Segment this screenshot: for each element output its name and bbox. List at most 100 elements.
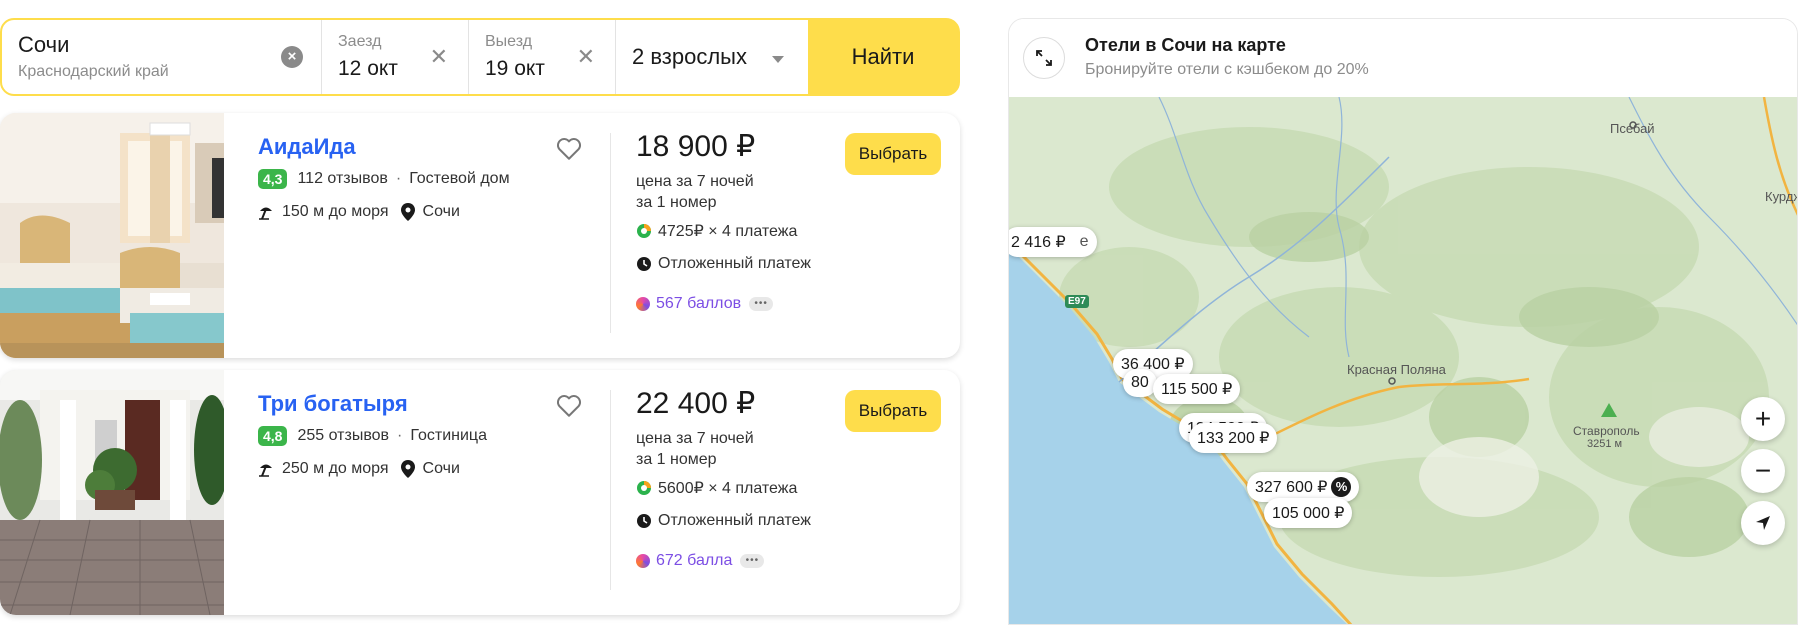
destination-city: Сочи <box>18 32 70 57</box>
installment-row[interactable]: 5600₽ × 4 платежа <box>636 478 836 498</box>
hotel-price: 18 900 ₽ <box>636 130 756 163</box>
reviews-count[interactable]: 255 отзывов <box>297 427 389 445</box>
points-row[interactable]: 672 балла ••• <box>636 552 836 570</box>
beach-umbrella-icon <box>259 207 272 220</box>
location-row: 250 м до моря Сочи <box>258 460 588 478</box>
reviews-count[interactable]: 112 отзывов <box>297 170 387 188</box>
rating-badge: 4,8 <box>258 426 288 446</box>
expand-icon <box>1036 50 1052 66</box>
location-pin-icon <box>400 460 415 478</box>
hotel-type: Гостиница <box>410 427 487 444</box>
choose-button[interactable]: Выбрать <box>845 133 941 175</box>
pin-price: 105 000 ₽ <box>1272 505 1345 522</box>
pin-price: 133 200 ₽ <box>1197 430 1270 447</box>
pin-price: 2 416 ₽ <box>1011 234 1066 251</box>
checkin-field[interactable]: Заезд 12 окт ✕ <box>322 20 469 94</box>
hotel-price: 22 400 ₽ <box>636 387 756 420</box>
hotel-info: Три богатыря 4,8 255 отзывов · Гостиница… <box>258 390 588 478</box>
clock-icon <box>637 257 651 271</box>
price-note-room: за 1 номер <box>636 451 717 468</box>
more-icon[interactable]: ••• <box>740 554 765 568</box>
deferred-row[interactable]: Отложенный платеж <box>636 512 836 530</box>
guests-select[interactable]: 2 взрослых <box>616 20 808 94</box>
price-note-room: за 1 номер <box>636 194 717 211</box>
price-block: 18 900 ₽ цена за 7 ночей за 1 номер 4725… <box>636 129 836 313</box>
beach-umbrella-icon <box>259 464 272 477</box>
map-panel: Отели в Сочи на карте Бронируйте отели с… <box>1008 18 1798 625</box>
map-label-psebay: Псебай <box>1610 121 1655 136</box>
road-badge-e97: E97 <box>1065 295 1089 308</box>
pin-price: 80 <box>1131 374 1149 391</box>
map-title: Отели в Сочи на карте <box>1085 35 1286 55</box>
choose-button[interactable]: Выбрать <box>845 390 941 432</box>
hotel-name-link[interactable]: Три богатыря <box>258 390 588 418</box>
location-pin-icon <box>400 203 415 221</box>
hotel-card[interactable]: Три богатыря 4,8 255 отзывов · Гостиница… <box>0 370 960 615</box>
separator-dot: · <box>397 427 403 444</box>
hotel-city: Сочи <box>422 460 460 477</box>
deferred-text: Отложенный платеж <box>658 512 811 529</box>
hotel-meta: 4,3 112 отзывов · Гостевой дом <box>258 169 588 189</box>
location-row: 150 м до моря Сочи <box>258 203 588 221</box>
deferred-row[interactable]: Отложенный платеж <box>636 255 836 273</box>
destination-region: Краснодарский край <box>18 63 169 80</box>
hotel-info: АидаИда 4,3 112 отзывов · Гостевой дом 1… <box>258 133 588 221</box>
plus-points-icon <box>636 297 650 311</box>
clear-checkin-icon[interactable]: ✕ <box>430 46 448 68</box>
clear-checkout-icon[interactable]: ✕ <box>577 46 595 68</box>
guests-value: 2 взрослых <box>632 44 747 69</box>
destination-field[interactable]: Сочи Краснодарский край × <box>2 20 322 94</box>
search-fields: Сочи Краснодарский край × Заезд 12 окт ✕… <box>2 20 808 94</box>
hotel-city: Сочи <box>422 203 460 220</box>
card-divider <box>610 390 611 590</box>
more-icon[interactable]: ••• <box>749 297 774 311</box>
map-label-krasnaya-polyana: Красная Поляна <box>1347 362 1446 377</box>
navigation-arrow-icon <box>1756 516 1770 530</box>
deferred-text: Отложенный платеж <box>658 255 811 272</box>
map-price-pin[interactable]: 80 <box>1123 369 1157 397</box>
map-price-pin[interactable]: 105 000 ₽ <box>1264 498 1353 528</box>
split-payment-icon <box>637 481 651 495</box>
map-header: Отели в Сочи на карте Бронируйте отели с… <box>1009 19 1797 97</box>
split-payment-icon <box>637 224 651 238</box>
points-row[interactable]: 567 баллов ••• <box>636 295 836 313</box>
separator-dot: · <box>395 170 402 187</box>
pin-price: 327 600 ₽ <box>1255 479 1328 496</box>
hotel-card[interactable]: АидаИда 4,3 112 отзывов · Гостевой дом 1… <box>0 113 960 358</box>
favorite-heart-icon[interactable] <box>556 137 582 161</box>
favorite-heart-icon[interactable] <box>556 394 582 418</box>
map-label-stavropol-height: 3251 м <box>1587 438 1623 450</box>
clear-destination-icon[interactable]: × <box>281 46 303 68</box>
expand-map-button[interactable] <box>1023 37 1065 79</box>
chevron-down-icon <box>772 56 784 63</box>
checkout-field[interactable]: Выезд 19 окт ✕ <box>469 20 616 94</box>
price-note-nights: цена за 7 ночей <box>636 430 754 447</box>
installment-text: 4725₽ × 4 платежа <box>658 223 798 240</box>
installment-text: 5600₽ × 4 платежа <box>658 480 798 497</box>
map-label-stavropol: Ставрополь <box>1573 424 1640 438</box>
map-subtitle: Бронируйте отели с кэшбеком до 20% <box>1085 61 1369 78</box>
search-bar: Сочи Краснодарский край × Заезд 12 окт ✕… <box>0 18 960 96</box>
map-price-pin[interactable]: 115 500 ₽ <box>1153 374 1241 404</box>
zoom-in-button[interactable]: + <box>1741 397 1785 441</box>
map-label-kurdzh: Курдж <box>1765 189 1797 204</box>
price-note-nights: цена за 7 ночей <box>636 173 754 190</box>
find-button[interactable]: Найти <box>808 20 958 94</box>
hotel-photo[interactable] <box>0 370 224 615</box>
map-price-pin[interactable]: 133 200 ₽ <box>1189 423 1278 453</box>
rating-badge: 4,3 <box>258 169 288 189</box>
hotel-meta: 4,8 255 отзывов · Гостиница <box>258 426 588 446</box>
plus-points-icon <box>636 554 650 568</box>
installment-row[interactable]: 4725₽ × 4 платежа <box>636 221 836 241</box>
price-block: 22 400 ₽ цена за 7 ночей за 1 номер 5600… <box>636 386 836 570</box>
discount-icon: % <box>1331 477 1352 497</box>
hotel-type: Гостевой дом <box>409 170 510 187</box>
hotel-photo[interactable] <box>0 113 224 358</box>
points-text: 567 баллов <box>656 295 742 312</box>
geolocation-button[interactable] <box>1741 501 1785 545</box>
map-price-pin[interactable]: 2 416 ₽ е <box>1009 227 1097 257</box>
card-divider <box>610 133 611 333</box>
zoom-out-button[interactable]: − <box>1741 449 1785 493</box>
map-canvas[interactable]: Псебай Курдж Красная Поляна Ставрополь 3… <box>1009 97 1797 624</box>
hotel-name-link[interactable]: АидаИда <box>258 133 588 161</box>
